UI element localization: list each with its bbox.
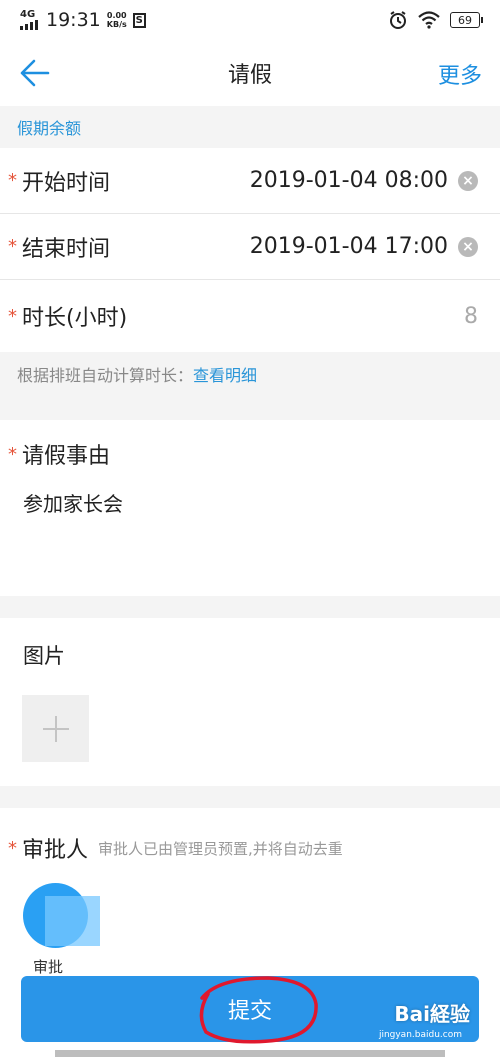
hint-text: 根据排班自动计算时长： bbox=[17, 366, 194, 385]
plus-icon bbox=[42, 715, 69, 742]
wifi-icon bbox=[418, 11, 440, 29]
add-image-button[interactable] bbox=[22, 695, 89, 762]
status-bar: 4G 19:31 0.00 KB/s S 69 bbox=[0, 0, 500, 40]
start-time-label: 开始时间 bbox=[22, 170, 111, 196]
baidu-watermark: Bai経验 bbox=[394, 1002, 470, 1026]
duration-row[interactable]: * 时长(小时) 8 bbox=[0, 280, 500, 352]
start-time-value[interactable]: 2019-01-04 08:00 bbox=[250, 168, 448, 193]
reason-section[interactable]: * 请假事由 参加家长会 bbox=[0, 420, 500, 596]
required-mark: * bbox=[8, 236, 17, 257]
end-time-label: 结束时间 bbox=[22, 236, 111, 262]
signal-icon: 4G bbox=[20, 10, 38, 30]
duration-hint: 根据排班自动计算时长： 查看明细 bbox=[0, 352, 500, 396]
baidu-watermark-url: jingyan.baidu.com bbox=[378, 1030, 462, 1040]
network-type: 4G bbox=[20, 9, 36, 20]
nav-bar: 请假 更多 bbox=[0, 40, 500, 106]
images-label: 图片 bbox=[23, 644, 65, 668]
reason-label: 请假事由 bbox=[22, 444, 111, 469]
approver-note: 审批人已由管理员预置,并将自动去重 bbox=[98, 839, 343, 858]
leave-balance-link[interactable]: 假期余额 bbox=[0, 106, 500, 148]
page-title: 请假 bbox=[227, 63, 272, 88]
required-mark: * bbox=[8, 443, 17, 465]
required-mark: * bbox=[8, 170, 17, 191]
clock: 19:31 bbox=[46, 9, 101, 31]
clear-icon[interactable]: × bbox=[458, 170, 478, 191]
red-circle-annotation bbox=[199, 976, 318, 1044]
approver-name: 审批 bbox=[33, 958, 64, 976]
required-mark: * bbox=[8, 305, 17, 327]
notification-s-icon: S bbox=[132, 12, 146, 28]
avatar-mosaic bbox=[45, 896, 100, 946]
reason-textarea[interactable]: 参加家长会 bbox=[0, 470, 500, 517]
end-time-value[interactable]: 2019-01-04 17:00 bbox=[250, 234, 448, 259]
alarm-icon bbox=[390, 11, 406, 29]
start-time-row[interactable]: * 开始时间 2019-01-04 08:00 × bbox=[0, 148, 500, 214]
view-details-link[interactable]: 查看明细 bbox=[193, 362, 257, 386]
more-button[interactable]: 更多 bbox=[438, 58, 482, 90]
duration-value[interactable]: 8 bbox=[464, 304, 478, 329]
battery-icon: 69 bbox=[450, 12, 483, 28]
net-speed: 0.00 KB/s bbox=[106, 11, 127, 29]
end-time-row[interactable]: * 结束时间 2019-01-04 17:00 × bbox=[0, 214, 500, 280]
required-mark: * bbox=[8, 837, 17, 859]
approver-label: 审批人 bbox=[22, 838, 89, 863]
duration-label: 时长(小时) bbox=[22, 306, 128, 331]
clear-icon[interactable]: × bbox=[458, 236, 478, 257]
images-section: 图片 bbox=[0, 618, 500, 786]
back-arrow-icon[interactable] bbox=[18, 57, 50, 89]
bottom-nav-bar bbox=[55, 1050, 445, 1057]
